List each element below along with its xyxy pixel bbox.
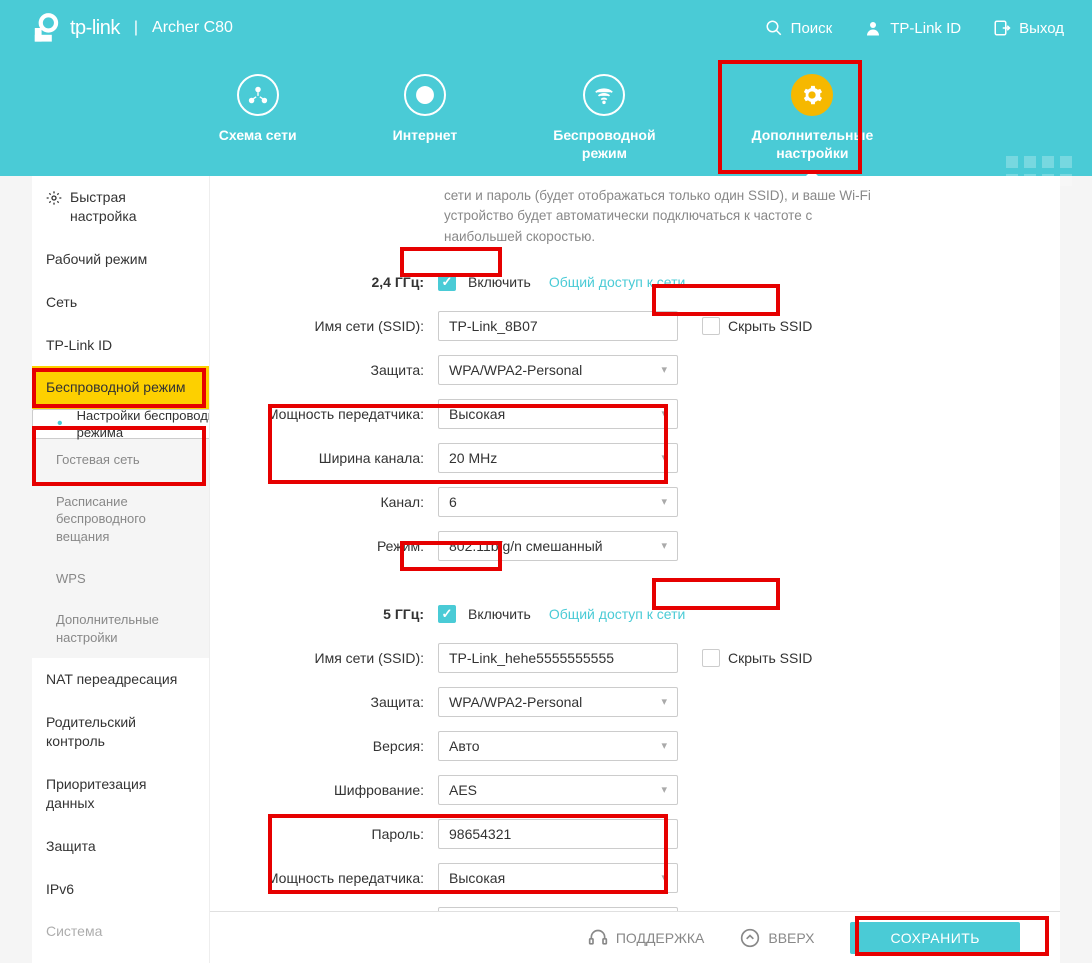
sidebar: Быстрая настройка Рабочий режим Сеть TP-…: [32, 176, 210, 963]
sidebar-item-system[interactable]: Система: [32, 910, 209, 953]
chevron-down-icon: ▾: [661, 451, 667, 464]
select-mode-24[interactable]: 802.11b/g/n смешанный▾: [438, 531, 678, 561]
sidebar-item-nat[interactable]: NAT переадресация: [32, 658, 209, 701]
search-icon: [765, 19, 783, 37]
scroll-top-button[interactable]: ВВЕРХ: [740, 928, 814, 948]
chevron-down-icon: ▾: [661, 783, 667, 796]
label-enable-24: Включить: [468, 274, 531, 290]
select-txpower-24[interactable]: Высокая▾: [438, 399, 678, 429]
chevron-down-icon: ▾: [661, 363, 667, 376]
label-security-24: Защита:: [250, 362, 438, 378]
chevron-down-icon: ▾: [661, 539, 667, 552]
label-version-5: Версия:: [250, 738, 438, 754]
label-txpower-5: Мощность передатчика:: [250, 870, 438, 886]
label-ssid-5: Имя сети (SSID):: [250, 650, 438, 666]
sidebar-item-security[interactable]: Защита: [32, 825, 209, 868]
arrow-up-icon: [740, 928, 760, 948]
checkbox-hide-ssid-24[interactable]: [702, 317, 720, 335]
input-password-5[interactable]: [438, 819, 678, 849]
wifi-icon: [593, 84, 615, 106]
logout-button[interactable]: Выход: [993, 19, 1064, 37]
checkbox-5ghz-enable[interactable]: [438, 605, 456, 623]
intro-text: сети и пароль (будет отображаться только…: [444, 186, 884, 247]
person-icon: [864, 19, 882, 37]
sidebar-sub-schedule[interactable]: Расписание беспроводного вещания: [32, 481, 209, 558]
label-password-5: Пароль:: [250, 826, 438, 842]
select-version-5[interactable]: Авто▾: [438, 731, 678, 761]
search-button[interactable]: Поиск: [765, 19, 833, 37]
sidebar-item-network[interactable]: Сеть: [32, 281, 209, 324]
save-button[interactable]: СОХРАНИТЬ: [850, 922, 1020, 954]
sidebar-item-parental[interactable]: Родительский контроль: [32, 701, 209, 763]
select-chwidth-24[interactable]: 20 MHz▾: [438, 443, 678, 473]
sidebar-sub-wps[interactable]: WPS: [32, 558, 209, 600]
chevron-down-icon: ▾: [661, 407, 667, 420]
globe-icon: [414, 84, 436, 106]
model-name: Archer C80: [152, 19, 233, 37]
support-button[interactable]: ПОДДЕРЖКА: [588, 928, 705, 948]
tplink-logo-icon: [28, 11, 62, 45]
sidebar-item-ipv6[interactable]: IPv6: [32, 868, 209, 911]
label-security-5: Защита:: [250, 694, 438, 710]
label-ssid-24: Имя сети (SSID):: [250, 318, 438, 334]
label-enable-5: Включить: [468, 606, 531, 622]
chevron-down-icon: ▾: [661, 495, 667, 508]
link-share-24[interactable]: Общий доступ к сети: [549, 274, 686, 290]
tab-wireless[interactable]: Беспроводной режим: [553, 74, 655, 162]
main: Быстрая настройка Рабочий режим Сеть TP-…: [32, 176, 1060, 963]
tplink-id-button[interactable]: TP-Link ID: [864, 19, 961, 37]
label-txpower-24: Мощность передатчика:: [250, 406, 438, 422]
logout-icon: [993, 19, 1011, 37]
label-5ghz: 5 ГГц:: [250, 606, 438, 622]
sidebar-sub-wireless-settings[interactable]: Настройки беспроводного режима: [32, 409, 210, 439]
sidebar-wireless-submenu: Настройки беспроводного режима Гостевая …: [32, 409, 209, 658]
sidebar-item-wireless[interactable]: Беспроводной режим: [32, 366, 209, 409]
sidebar-item-mode[interactable]: Рабочий режим: [32, 238, 209, 281]
bottom-bar: ПОДДЕРЖКА ВВЕРХ СОХРАНИТЬ: [210, 911, 1060, 963]
sidebar-item-qos[interactable]: Приоритезация данных: [32, 763, 209, 825]
link-share-5[interactable]: Общий доступ к сети: [549, 606, 686, 622]
label-encryption-5: Шифрование:: [250, 782, 438, 798]
gear-small-icon: [46, 190, 62, 206]
select-encryption-5[interactable]: AES▾: [438, 775, 678, 805]
chevron-down-icon: ▾: [661, 695, 667, 708]
tab-network-map[interactable]: Схема сети: [219, 74, 297, 162]
topbar: tp-link | Archer C80 Поиск TP-Link ID Вы…: [0, 0, 1092, 56]
brand-text: tp-link: [70, 17, 120, 40]
tab-internet[interactable]: Интернет: [393, 74, 458, 162]
tab-advanced[interactable]: Дополнительные настройки: [752, 74, 874, 162]
headset-icon: [588, 928, 608, 948]
checkbox-hide-ssid-5[interactable]: [702, 649, 720, 667]
label-mode-24: Режим:: [250, 538, 438, 554]
select-security-5[interactable]: WPA/WPA2-Personal▾: [438, 687, 678, 717]
main-tabs: Схема сети Интернет Беспроводной режим Д…: [0, 56, 1092, 162]
select-txpower-5[interactable]: Высокая▾: [438, 863, 678, 893]
label-chwidth-24: Ширина канала:: [250, 450, 438, 466]
network-icon: [247, 84, 269, 106]
sidebar-item-tplink-id[interactable]: TP-Link ID: [32, 324, 209, 367]
header: tp-link | Archer C80 Поиск TP-Link ID Вы…: [0, 0, 1092, 176]
input-ssid-5[interactable]: [438, 643, 678, 673]
label-hide-ssid-5: Скрыть SSID: [728, 650, 812, 666]
label-channel-24: Канал:: [250, 494, 438, 510]
sidebar-item-quick-setup[interactable]: Быстрая настройка: [32, 176, 209, 238]
sidebar-sub-guest[interactable]: Гостевая сеть: [32, 439, 209, 481]
input-ssid-24[interactable]: [438, 311, 678, 341]
content: сети и пароль (будет отображаться только…: [210, 176, 1060, 963]
logo: tp-link: [28, 11, 120, 45]
label-hide-ssid-24: Скрыть SSID: [728, 318, 812, 334]
divider: |: [134, 19, 138, 37]
label-24ghz: 2,4 ГГц:: [250, 274, 438, 290]
chevron-down-icon: ▾: [661, 871, 667, 884]
gear-icon: [801, 84, 823, 106]
select-security-24[interactable]: WPA/WPA2-Personal▾: [438, 355, 678, 385]
checkbox-24ghz-enable[interactable]: [438, 273, 456, 291]
chevron-down-icon: ▾: [661, 739, 667, 752]
select-channel-24[interactable]: 6▾: [438, 487, 678, 517]
sidebar-sub-advanced[interactable]: Дополнительные настройки: [32, 599, 209, 658]
